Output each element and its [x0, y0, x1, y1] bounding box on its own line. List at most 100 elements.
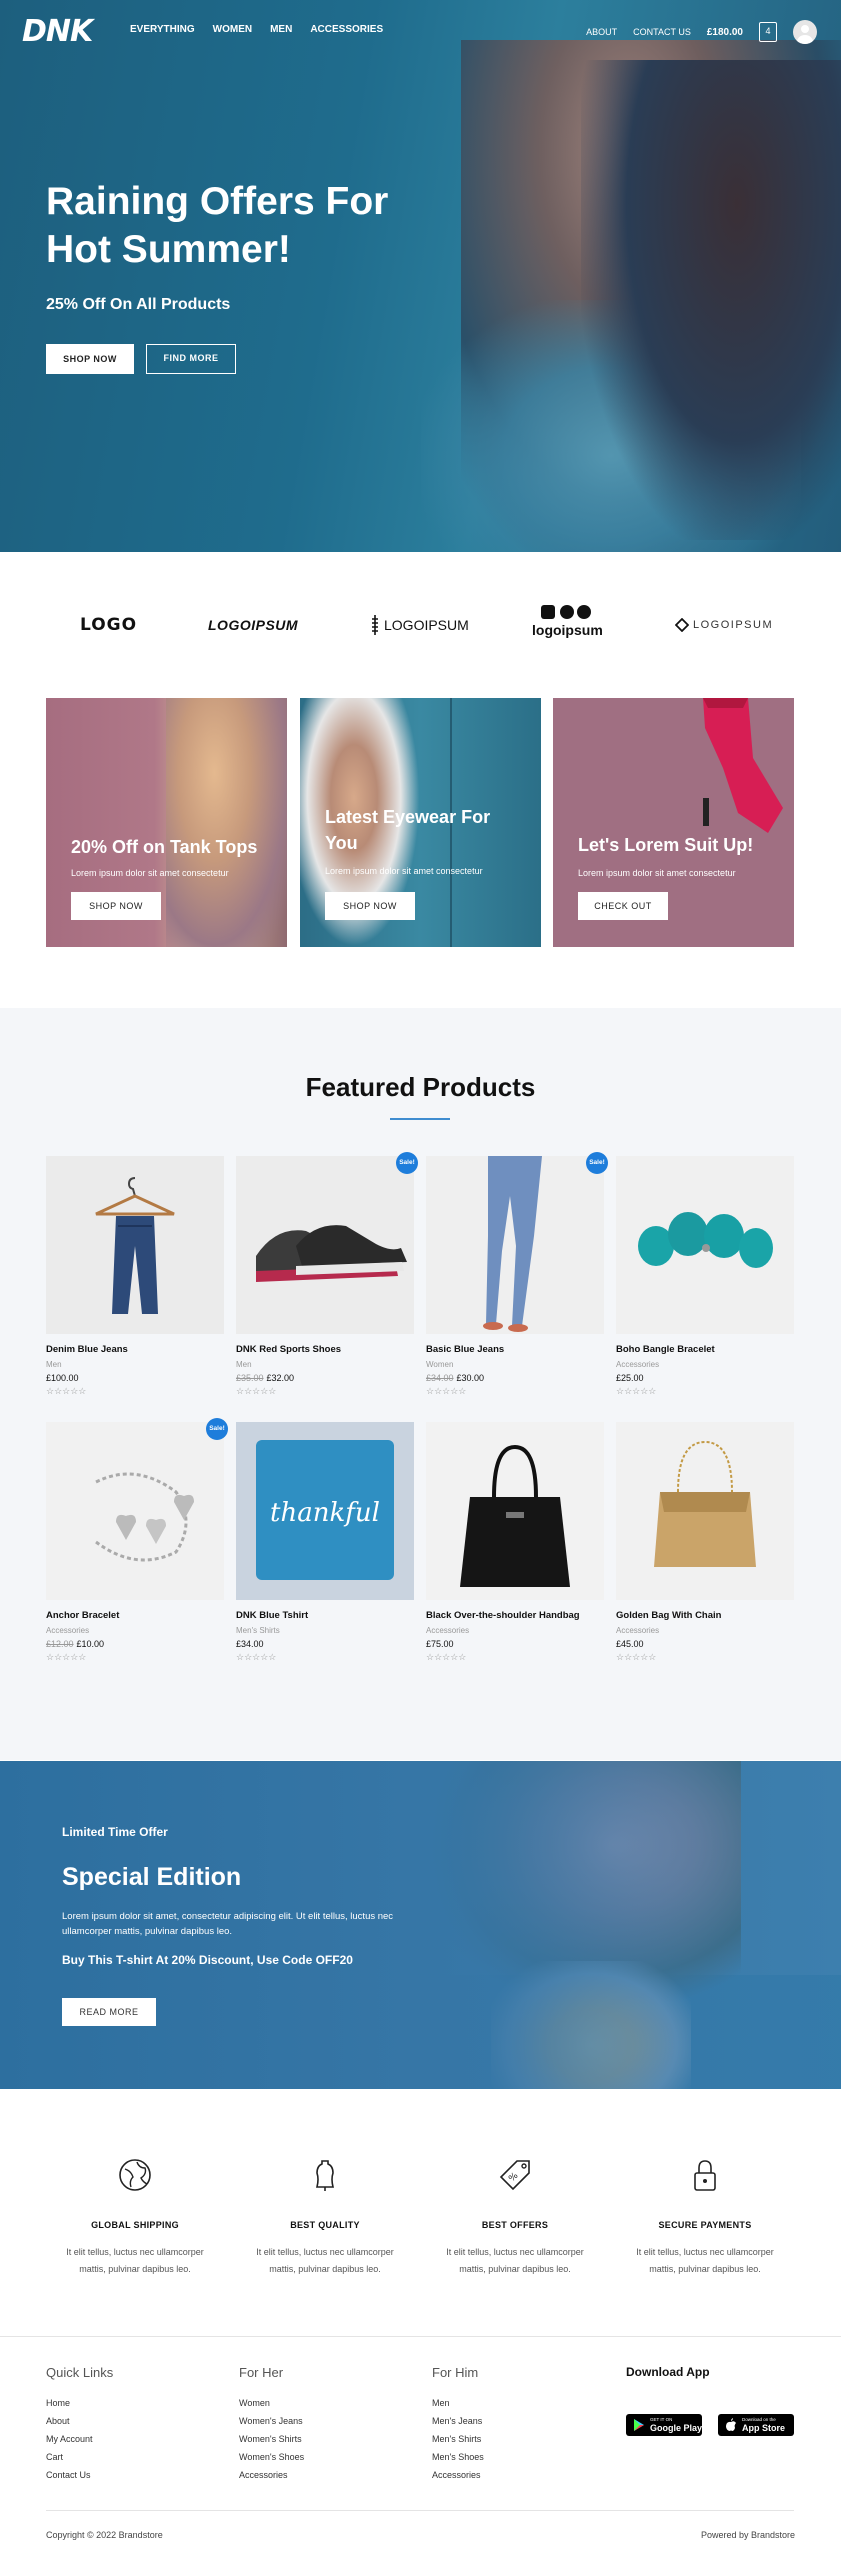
- footer-column-title: For Him: [432, 2365, 479, 2380]
- footer-link-mens-shoes[interactable]: Men's Shoes: [432, 2452, 612, 2462]
- footer-link-women[interactable]: Women: [239, 2398, 419, 2408]
- footer-column-title: Download App: [626, 2365, 710, 2379]
- nav-about[interactable]: ABOUT: [586, 27, 617, 37]
- product-card[interactable]: thankful DNK Blue Tshirt Men's Shirts £3…: [236, 1422, 414, 1663]
- hero-shop-now-button[interactable]: SHOP NOW: [46, 344, 134, 374]
- product-name[interactable]: DNK Blue Tshirt: [236, 1610, 414, 1621]
- product-category[interactable]: Accessories: [616, 1360, 794, 1369]
- product-image[interactable]: thankful: [236, 1422, 414, 1600]
- product-current-price: £32.00: [266, 1373, 295, 1383]
- brand-logo-3-icon: [372, 615, 378, 635]
- site-logo[interactable]: DNK: [22, 14, 93, 49]
- product-name[interactable]: Black Over-the-shoulder Handbag: [426, 1610, 604, 1621]
- footer-link-womens-shoes[interactable]: Women's Shoes: [239, 2452, 419, 2462]
- footer-link-contact-us[interactable]: Contact Us: [46, 2470, 226, 2480]
- product-category[interactable]: Accessories: [426, 1626, 604, 1635]
- google-play-button[interactable]: GET IT ON Google Play: [626, 2414, 702, 2436]
- rating-stars: ☆☆☆☆☆: [616, 1386, 657, 1396]
- footer-link-home[interactable]: Home: [46, 2398, 226, 2408]
- account-avatar-icon[interactable]: [793, 20, 817, 44]
- product-category[interactable]: Men: [236, 1360, 414, 1369]
- product-name[interactable]: Anchor Bracelet: [46, 1610, 224, 1621]
- product-category[interactable]: Women: [426, 1360, 604, 1369]
- product-card[interactable]: Sale! DNK Red Sports Shoes Men £35.00 £32…: [236, 1152, 418, 1397]
- nav-everything[interactable]: EVERYTHING: [130, 24, 195, 35]
- promo-shop-now-button[interactable]: SHOP NOW: [71, 892, 161, 920]
- cart-icon[interactable]: 4: [759, 22, 777, 42]
- copyright-divider: [46, 2510, 794, 2511]
- footer-link-womens-jeans[interactable]: Women's Jeans: [239, 2416, 419, 2426]
- footer-link-mens-jeans[interactable]: Men's Jeans: [432, 2416, 612, 2426]
- nav-women[interactable]: WOMEN: [213, 24, 252, 35]
- hero-hair-image: [581, 60, 841, 540]
- product-price: £25.00: [616, 1373, 794, 1383]
- product-current-price: £45.00: [616, 1639, 644, 1649]
- special-edition-banner: Limited Time Offer Special Edition Lorem…: [0, 1761, 841, 2089]
- product-image[interactable]: [236, 1156, 414, 1334]
- product-image[interactable]: [46, 1156, 224, 1334]
- nav-contact[interactable]: CONTACT US: [633, 27, 691, 37]
- nav-accessories[interactable]: ACCESSORIES: [310, 24, 383, 35]
- promo-image-red-boot: [703, 698, 783, 833]
- product-card[interactable]: Golden Bag With Chain Accessories £45.00…: [616, 1422, 794, 1663]
- anchor-bracelet-image: [95, 1472, 194, 1562]
- read-more-button[interactable]: READ MORE: [62, 1998, 156, 2026]
- app-store-button[interactable]: Download on the App Store: [718, 2414, 794, 2436]
- product-old-price: £34.00: [426, 1373, 454, 1383]
- product-image[interactable]: [616, 1422, 794, 1600]
- rating-stars: ☆☆☆☆☆: [236, 1652, 277, 1662]
- product-category[interactable]: Men: [46, 1360, 224, 1369]
- brand-logo-5-text: LOGOIPSUM: [693, 619, 774, 631]
- product-name[interactable]: Boho Bangle Bracelet: [616, 1344, 794, 1355]
- product-name[interactable]: Golden Bag With Chain: [616, 1610, 794, 1621]
- feature-text: It elit tellus, luctus nec ullamcorper m…: [446, 2247, 584, 2274]
- product-card[interactable]: Black Over-the-shoulder Handbag Accessor…: [426, 1422, 604, 1663]
- footer-link-cart[interactable]: Cart: [46, 2452, 226, 2462]
- product-card[interactable]: Sale! Anchor Bracelet Accessories £12.00…: [46, 1418, 228, 1663]
- product-image[interactable]: [616, 1156, 794, 1334]
- footer-link-about[interactable]: About: [46, 2416, 226, 2426]
- rating-stars: ☆☆☆☆☆: [616, 1652, 657, 1662]
- brand-logos: LOGO LOGOIPSUM LOGOIPSUM logoipsum LOGOI…: [0, 600, 841, 650]
- hero-find-more-button[interactable]: FIND MORE: [146, 344, 236, 374]
- product-category[interactable]: Accessories: [46, 1626, 224, 1635]
- product-category[interactable]: Accessories: [616, 1626, 794, 1635]
- product-name[interactable]: Basic Blue Jeans: [426, 1344, 604, 1355]
- powered-by-text[interactable]: Powered by Brandstore: [701, 2530, 795, 2540]
- footer-link-mens-shirts[interactable]: Men's Shirts: [432, 2434, 612, 2444]
- footer-link-my-account[interactable]: My Account: [46, 2434, 226, 2444]
- feature-text: It elit tellus, luctus nec ullamcorper m…: [636, 2247, 774, 2274]
- product-card[interactable]: Sale! Basic Blue Jeans Women £34.00 £30.0…: [426, 1152, 608, 1397]
- product-old-price: £12.00: [46, 1639, 74, 1649]
- product-image[interactable]: [426, 1422, 604, 1600]
- product-card[interactable]: Boho Bangle Bracelet Accessories £25.00 …: [616, 1156, 794, 1397]
- product-image[interactable]: [46, 1422, 224, 1600]
- footer-link-accessories[interactable]: Accessories: [432, 2470, 612, 2480]
- product-category[interactable]: Men's Shirts: [236, 1626, 414, 1635]
- cart-total[interactable]: £180.00: [707, 27, 743, 38]
- footer-link-men[interactable]: Men: [432, 2398, 612, 2408]
- feature-text: It elit tellus, luctus nec ullamcorper m…: [256, 2247, 394, 2274]
- product-price: £12.00 £10.00: [46, 1639, 224, 1649]
- promo-title: Let's Lorem Suit Up!: [578, 835, 754, 855]
- footer-link-womens-shirts[interactable]: Women's Shirts: [239, 2434, 419, 2444]
- product-price: £35.00 £32.00: [236, 1373, 414, 1383]
- feature-title: GLOBAL SHIPPING: [91, 2220, 179, 2230]
- promo-card-tank-tops[interactable]: 20% Off on Tank Tops Lorem ipsum dolor s…: [46, 698, 287, 947]
- product-image[interactable]: [426, 1156, 604, 1334]
- apple-icon: [726, 2418, 736, 2431]
- product-name[interactable]: DNK Red Sports Shoes: [236, 1344, 414, 1355]
- google-play-small-text: GET IT ON: [650, 2417, 673, 2422]
- footer-link-accessories[interactable]: Accessories: [239, 2470, 419, 2480]
- promo-check-out-button[interactable]: CHECK OUT: [578, 892, 668, 920]
- product-name[interactable]: Denim Blue Jeans: [46, 1344, 224, 1355]
- footer-divider: [0, 2336, 841, 2337]
- lock-icon: [610, 2156, 800, 2194]
- promo-shop-now-button[interactable]: SHOP NOW: [325, 892, 415, 920]
- promo-card-suit-up[interactable]: Let's Lorem Suit Up! Lorem ipsum dolor s…: [553, 698, 794, 947]
- product-card[interactable]: Denim Blue Jeans Men £100.00 ☆☆☆☆☆: [46, 1156, 224, 1397]
- nav-men[interactable]: MEN: [270, 24, 292, 35]
- brand-logo-5-icon: [675, 618, 689, 632]
- promo-card-eyewear[interactable]: Latest Eyewear For You Lorem ipsum dolor…: [300, 698, 541, 947]
- product-price: £34.00 £30.00: [426, 1373, 604, 1383]
